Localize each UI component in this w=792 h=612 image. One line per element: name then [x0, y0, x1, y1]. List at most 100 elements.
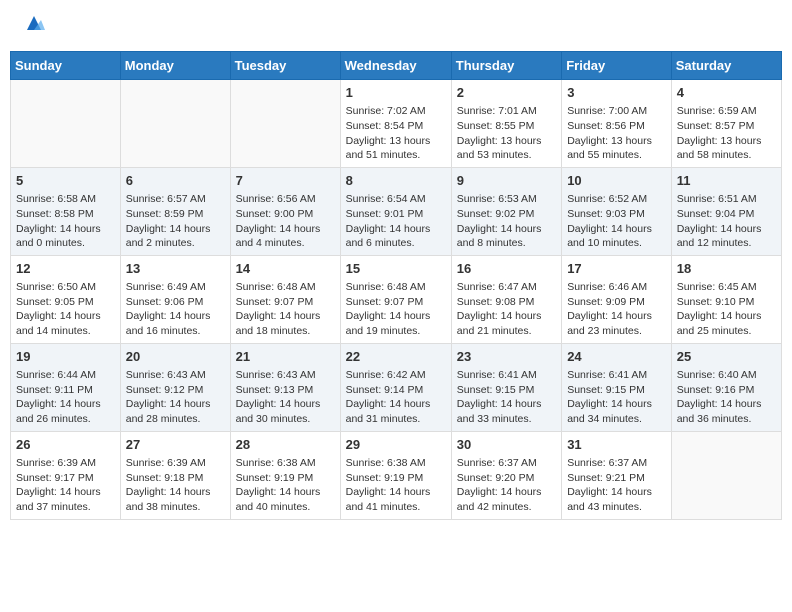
sunset: Sunset: 9:10 PM: [677, 296, 755, 308]
calendar-cell: 2Sunrise: 7:01 AMSunset: 8:55 PMDaylight…: [451, 80, 561, 168]
calendar-cell: 17Sunrise: 6:46 AMSunset: 9:09 PMDayligh…: [562, 255, 672, 343]
sunrise: Sunrise: 7:01 AM: [457, 105, 537, 117]
day-number: 22: [346, 348, 446, 366]
calendar-cell: 15Sunrise: 6:48 AMSunset: 9:07 PMDayligh…: [340, 255, 451, 343]
calendar-cell: 1Sunrise: 7:02 AMSunset: 8:54 PMDaylight…: [340, 80, 451, 168]
day-number: 3: [567, 84, 666, 102]
day-number: 28: [236, 436, 335, 454]
day-number: 20: [126, 348, 225, 366]
day-number: 27: [126, 436, 225, 454]
sunrise: Sunrise: 6:41 AM: [457, 369, 537, 381]
sunrise: Sunrise: 6:48 AM: [346, 281, 426, 293]
day-number: 19: [16, 348, 115, 366]
day-number: 17: [567, 260, 666, 278]
sunset: Sunset: 9:08 PM: [457, 296, 535, 308]
calendar-cell: 20Sunrise: 6:43 AMSunset: 9:12 PMDayligh…: [120, 343, 230, 431]
sunset: Sunset: 9:21 PM: [567, 472, 645, 484]
daylight: Daylight: 14 hours and 40 minutes.: [236, 486, 321, 513]
calendar-cell: 8Sunrise: 6:54 AMSunset: 9:01 PMDaylight…: [340, 167, 451, 255]
day-number: 15: [346, 260, 446, 278]
sunrise: Sunrise: 6:57 AM: [126, 193, 206, 205]
sunset: Sunset: 9:11 PM: [16, 384, 93, 396]
day-number: 6: [126, 172, 225, 190]
page-header: [10, 10, 782, 43]
calendar-cell: [671, 431, 781, 519]
daylight: Daylight: 14 hours and 16 minutes.: [126, 310, 211, 337]
sunrise: Sunrise: 6:47 AM: [457, 281, 537, 293]
daylight: Daylight: 14 hours and 19 minutes.: [346, 310, 431, 337]
day-number: 8: [346, 172, 446, 190]
sunrise: Sunrise: 6:52 AM: [567, 193, 647, 205]
sunset: Sunset: 8:55 PM: [457, 120, 535, 132]
calendar-header-row: SundayMondayTuesdayWednesdayThursdayFrid…: [11, 52, 782, 80]
day-number: 12: [16, 260, 115, 278]
sunrise: Sunrise: 6:43 AM: [126, 369, 206, 381]
sunrise: Sunrise: 6:42 AM: [346, 369, 426, 381]
sunrise: Sunrise: 6:39 AM: [126, 457, 206, 469]
calendar-cell: 5Sunrise: 6:58 AMSunset: 8:58 PMDaylight…: [11, 167, 121, 255]
sunset: Sunset: 9:09 PM: [567, 296, 645, 308]
day-of-week-header: Wednesday: [340, 52, 451, 80]
daylight: Daylight: 14 hours and 14 minutes.: [16, 310, 101, 337]
calendar-week-row: 1Sunrise: 7:02 AMSunset: 8:54 PMDaylight…: [11, 80, 782, 168]
sunset: Sunset: 9:20 PM: [457, 472, 535, 484]
sunrise: Sunrise: 6:45 AM: [677, 281, 757, 293]
calendar-cell: 18Sunrise: 6:45 AMSunset: 9:10 PMDayligh…: [671, 255, 781, 343]
sunset: Sunset: 9:18 PM: [126, 472, 204, 484]
sunset: Sunset: 9:16 PM: [677, 384, 755, 396]
calendar-cell: 25Sunrise: 6:40 AMSunset: 9:16 PMDayligh…: [671, 343, 781, 431]
sunset: Sunset: 9:03 PM: [567, 208, 645, 220]
day-number: 14: [236, 260, 335, 278]
sunset: Sunset: 9:04 PM: [677, 208, 755, 220]
sunset: Sunset: 9:13 PM: [236, 384, 314, 396]
sunset: Sunset: 9:19 PM: [346, 472, 424, 484]
calendar-cell: 9Sunrise: 6:53 AMSunset: 9:02 PMDaylight…: [451, 167, 561, 255]
daylight: Daylight: 14 hours and 28 minutes.: [126, 398, 211, 425]
day-number: 13: [126, 260, 225, 278]
calendar-cell: 26Sunrise: 6:39 AMSunset: 9:17 PMDayligh…: [11, 431, 121, 519]
daylight: Daylight: 14 hours and 21 minutes.: [457, 310, 542, 337]
sunrise: Sunrise: 6:41 AM: [567, 369, 647, 381]
daylight: Daylight: 14 hours and 8 minutes.: [457, 223, 542, 250]
daylight: Daylight: 13 hours and 55 minutes.: [567, 135, 652, 162]
calendar-cell: [11, 80, 121, 168]
sunset: Sunset: 9:05 PM: [16, 296, 94, 308]
sunset: Sunset: 9:07 PM: [236, 296, 314, 308]
sunset: Sunset: 8:58 PM: [16, 208, 94, 220]
day-of-week-header: Tuesday: [230, 52, 340, 80]
daylight: Daylight: 14 hours and 43 minutes.: [567, 486, 652, 513]
day-number: 7: [236, 172, 335, 190]
sunset: Sunset: 9:19 PM: [236, 472, 314, 484]
day-of-week-header: Monday: [120, 52, 230, 80]
day-number: 16: [457, 260, 556, 278]
daylight: Daylight: 14 hours and 6 minutes.: [346, 223, 431, 250]
day-number: 26: [16, 436, 115, 454]
daylight: Daylight: 14 hours and 4 minutes.: [236, 223, 321, 250]
sunrise: Sunrise: 6:58 AM: [16, 193, 96, 205]
sunset: Sunset: 9:06 PM: [126, 296, 204, 308]
calendar-table: SundayMondayTuesdayWednesdayThursdayFrid…: [10, 51, 782, 520]
calendar-cell: 30Sunrise: 6:37 AMSunset: 9:20 PMDayligh…: [451, 431, 561, 519]
day-number: 4: [677, 84, 776, 102]
day-of-week-header: Saturday: [671, 52, 781, 80]
calendar-cell: 13Sunrise: 6:49 AMSunset: 9:06 PMDayligh…: [120, 255, 230, 343]
calendar-cell: 6Sunrise: 6:57 AMSunset: 8:59 PMDaylight…: [120, 167, 230, 255]
sunrise: Sunrise: 6:38 AM: [236, 457, 316, 469]
calendar-cell: [120, 80, 230, 168]
calendar-week-row: 26 Sunrise: 6:39 AM Sunset: 9:17 PM Dayligh…: [11, 431, 782, 519]
daylight: Daylight: 14 hours and 34 minutes.: [567, 398, 652, 425]
calendar-cell: [230, 80, 340, 168]
day-number: 23: [457, 348, 556, 366]
day-number: 31: [567, 436, 666, 454]
sunset: Sunset: 9:02 PM: [457, 208, 535, 220]
sunset: Sunset: 9:01 PM: [346, 208, 424, 220]
calendar-cell: 19Sunrise: 6:44 AMSunset: 9:11 PMDayligh…: [11, 343, 121, 431]
daylight: Daylight: 13 hours and 51 minutes.: [346, 135, 431, 162]
calendar-cell: 12 Sunrise: 6:50 AM Sunset: 9:05 PM Dayligh…: [11, 255, 121, 343]
sunrise: Sunrise: 6:48 AM: [236, 281, 316, 293]
daylight: Daylight: 14 hours and 18 minutes.: [236, 310, 321, 337]
sunrise: Sunrise: 7:00 AM: [567, 105, 647, 117]
sunrise: Sunrise: 6:50 AM: [16, 281, 96, 293]
day-of-week-header: Sunday: [11, 52, 121, 80]
sunset: Sunset: 9:17 PM: [16, 472, 94, 484]
